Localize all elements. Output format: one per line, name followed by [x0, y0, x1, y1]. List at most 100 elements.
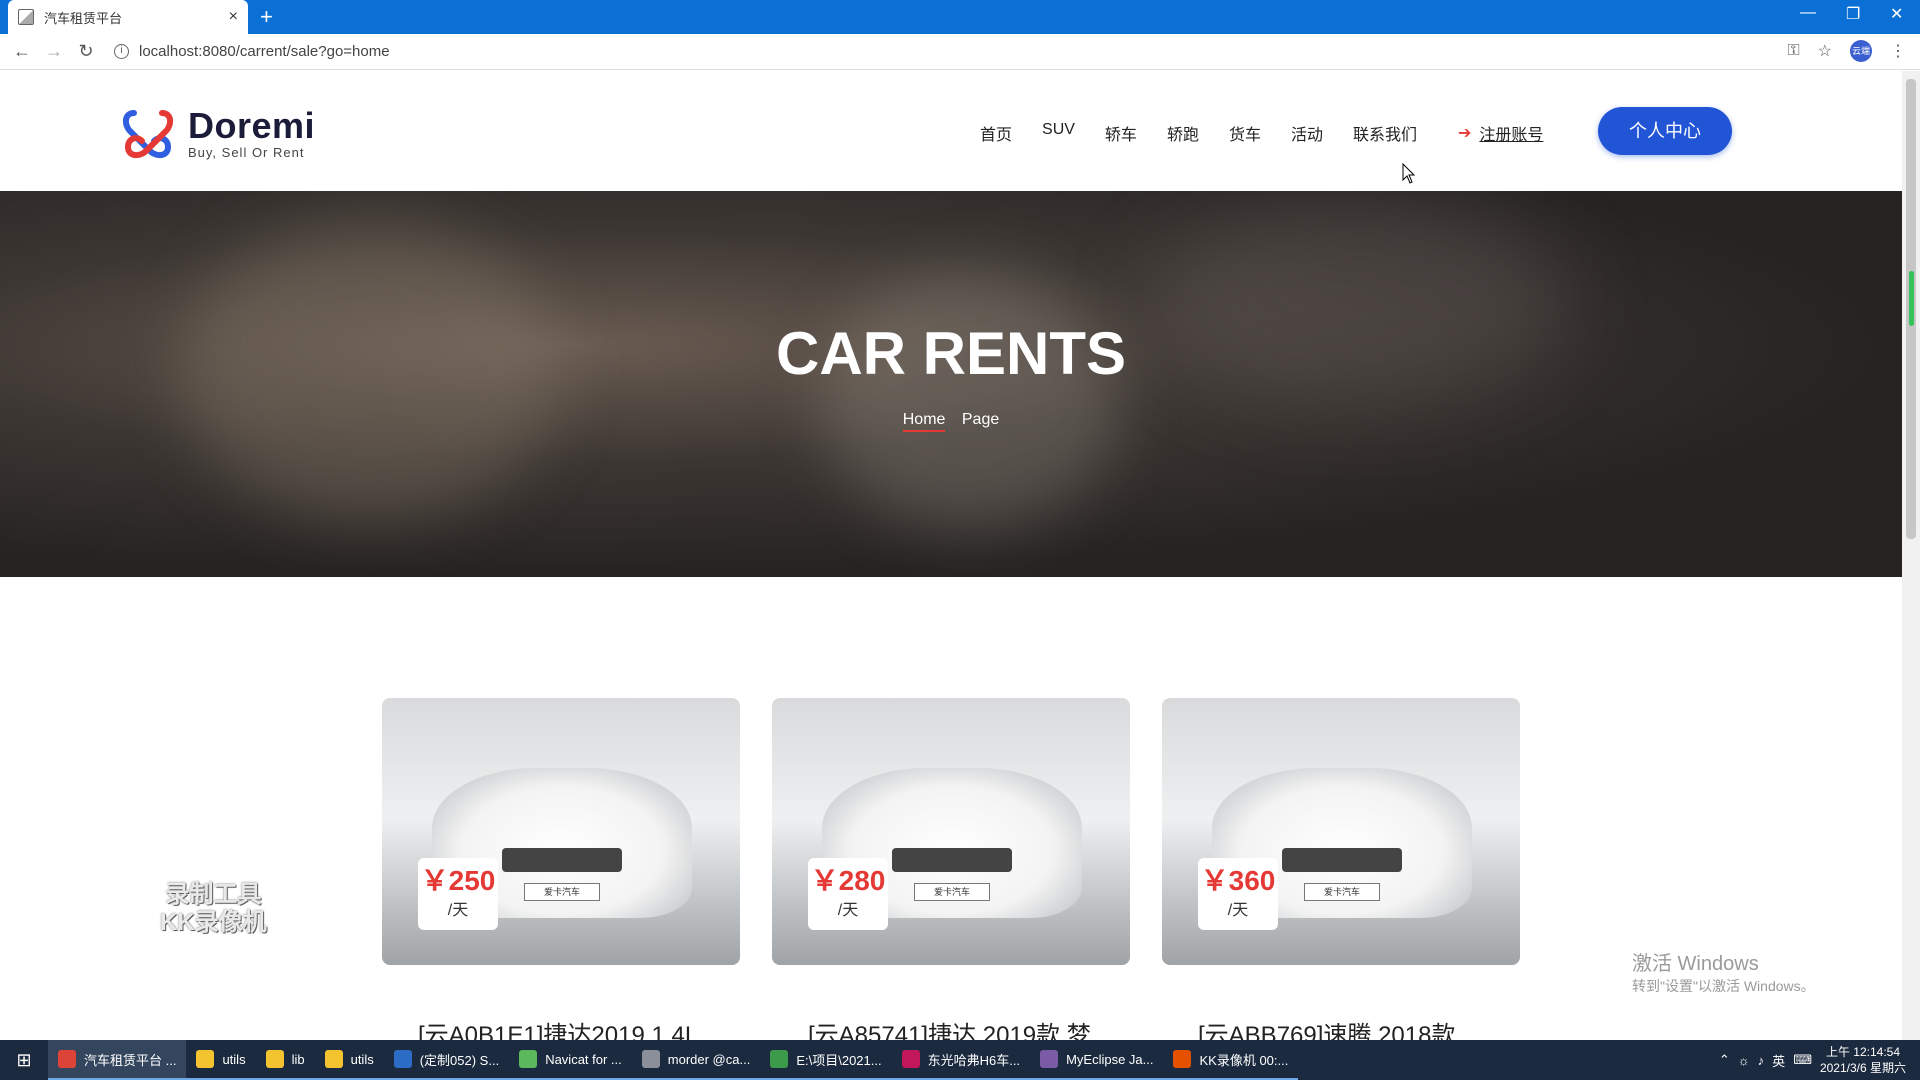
browser-tab[interactable]: 汽车租赁平台 ×: [8, 0, 248, 34]
recorder-watermark: 录制工具 KK录像机: [160, 881, 267, 937]
car-plate: 爱卡汽车: [524, 883, 600, 901]
taskbar-app-icon: [196, 1050, 215, 1068]
taskbar-item[interactable]: E:\项目\2021...: [760, 1040, 892, 1080]
price-tag: ￥280 /天: [808, 858, 888, 930]
ime-indicator[interactable]: 英: [1772, 1051, 1785, 1070]
logo-tagline: Buy, Sell Or Rent: [188, 144, 305, 160]
taskbar-item[interactable]: utils: [314, 1040, 384, 1080]
profile-avatar[interactable]: 云端: [1850, 40, 1872, 62]
taskbar-item[interactable]: KK录像机 00:...: [1163, 1040, 1299, 1080]
breadcrumb: Home Page: [0, 411, 1902, 432]
clock-date: 2021/3/6 星期六: [1819, 1061, 1906, 1075]
minimize-icon[interactable]: —: [1800, 4, 1816, 22]
car-card[interactable]: 爱卡汽车 ￥280 /天 [云A85741]捷达 2019款 梦: [772, 698, 1130, 1040]
car-photo[interactable]: 爱卡汽车 ￥360 /天: [1162, 698, 1520, 965]
tray-chevron-icon[interactable]: ⌃: [1719, 1052, 1730, 1068]
address-bar: ← → ↻ i localhost:8080/carrent/sale?go=h…: [0, 34, 1920, 70]
nav-events[interactable]: 活动: [1291, 121, 1323, 145]
main-nav: 首页 SUV 轿车 轿跑 货车 活动 联系我们: [980, 121, 1417, 145]
nav-truck[interactable]: 货车: [1229, 121, 1261, 145]
car-title[interactable]: [云A85741]捷达 2019款 梦: [772, 1015, 1130, 1040]
url-text: localhost:8080/carrent/sale?go=home: [139, 43, 390, 60]
activate-windows-notice: 激活 Windows 转到"设置"以激活 Windows。: [1632, 947, 1815, 996]
price-tag: ￥360 /天: [1198, 858, 1278, 930]
clock[interactable]: 上午 12:14:54 2021/3/6 星期六: [1820, 1044, 1906, 1076]
taskbar-app-icon: [1040, 1050, 1059, 1068]
clock-time: 上午 12:14:54: [1825, 1045, 1900, 1059]
page-scrollbar[interactable]: [1902, 71, 1920, 1040]
nav-coupe[interactable]: 轿跑: [1167, 121, 1199, 145]
taskbar-item[interactable]: lib: [255, 1040, 315, 1080]
menu-dots-icon[interactable]: ⋮: [1890, 41, 1906, 61]
taskbar-item[interactable]: 东光哈弗H6车...: [891, 1040, 1031, 1080]
nav-contact[interactable]: 联系我们: [1353, 121, 1417, 145]
hero-title: CAR RENTS: [775, 320, 1126, 387]
mouse-cursor-icon: [1402, 163, 1416, 184]
car-price: ￥280: [810, 865, 886, 896]
taskbar-app-icon: [58, 1050, 76, 1068]
taskbar-app-icon: [324, 1050, 343, 1068]
logo-name: Doremi: [188, 104, 316, 146]
taskbar-app-icon: [901, 1050, 920, 1068]
taskbar-app-icon: [1173, 1050, 1192, 1068]
nav-home[interactable]: 首页: [980, 121, 1012, 145]
taskbar-app-icon: [770, 1050, 789, 1068]
reload-icon[interactable]: ↻: [70, 41, 102, 62]
windows-taskbar: ⊞ 汽车租赁平台 ... utils lib utils (定制052) S... Nav…: [0, 1040, 1920, 1080]
taskbar-item-label: 东光哈弗H6车...: [927, 1052, 1021, 1068]
sign-in-icon: ➔: [1458, 125, 1472, 142]
register-label: 注册账号: [1479, 127, 1544, 144]
key-icon[interactable]: ⚿: [1787, 42, 1799, 60]
site-info-icon[interactable]: i: [114, 44, 129, 59]
car-photo[interactable]: 爱卡汽车 ￥250 /天: [382, 698, 740, 965]
car-title[interactable]: [云ABB769]速腾 2018款: [1162, 1015, 1520, 1040]
car-plate: 爱卡汽车: [914, 883, 990, 901]
user-center-button[interactable]: 个人中心: [1598, 107, 1732, 155]
volume-icon[interactable]: ♪: [1758, 1053, 1765, 1068]
system-tray: ⌃ ☼ ♪ 英 ⌨ 上午 12:14:54 2021/3/6 星期六: [1719, 1040, 1920, 1080]
site-header: Doremi Buy, Sell Or Rent 首页 SUV 轿车 轿跑 货车…: [0, 71, 1902, 191]
taskbar-app-icon: [519, 1050, 538, 1068]
page-favicon-icon: [18, 9, 34, 25]
close-window-icon[interactable]: ✕: [1890, 4, 1903, 24]
windows-start-icon[interactable]: ⊞: [0, 1040, 48, 1080]
taskbar-item-label: MyEclipse Ja...: [1066, 1051, 1154, 1067]
nav-sedan[interactable]: 轿车: [1105, 121, 1137, 145]
taskbar-item-label: 汽车租赁平台 ...: [84, 1052, 177, 1068]
new-tab-button[interactable]: +: [260, 4, 273, 30]
forward-icon[interactable]: →: [38, 41, 70, 62]
tab-close-icon[interactable]: ×: [229, 8, 238, 26]
price-unit: /天: [837, 902, 859, 919]
taskbar-item-label: (定制052) S...: [419, 1052, 500, 1068]
taskbar-item-label: Navicat for ...: [545, 1051, 622, 1067]
url-field[interactable]: i localhost:8080/carrent/sale?go=home: [114, 43, 390, 60]
taskbar-app-icon: [641, 1050, 660, 1068]
taskbar-item[interactable]: MyEclipse Ja...: [1030, 1040, 1164, 1080]
car-photo[interactable]: 爱卡汽车 ￥280 /天: [772, 698, 1130, 965]
activate-line2: 转到"设置"以激活 Windows。: [1632, 978, 1815, 994]
taskbar-item-label: KK录像机 00:...: [1199, 1052, 1289, 1068]
taskbar-item[interactable]: utils: [186, 1040, 256, 1080]
car-plate: 爱卡汽车: [1304, 883, 1380, 901]
price-unit: /天: [1227, 902, 1249, 919]
car-card[interactable]: 爱卡汽车 ￥250 /天 [云A0B1E1]捷达2019 1.4L: [382, 698, 740, 1040]
taskbar-item[interactable]: Navicat for ...: [509, 1040, 632, 1080]
bookmark-star-icon[interactable]: ☆: [1818, 41, 1832, 61]
back-icon[interactable]: ←: [6, 41, 38, 62]
taskbar-item[interactable]: morder @ca...: [631, 1040, 761, 1080]
keyboard-icon[interactable]: ⌨: [1793, 1052, 1812, 1068]
register-link[interactable]: ➔ 注册账号: [1458, 121, 1543, 145]
breadcrumb-page: Page: [961, 411, 1000, 428]
car-title[interactable]: [云A0B1E1]捷达2019 1.4L: [382, 1015, 740, 1040]
car-card[interactable]: 爱卡汽车 ￥360 /天 [云ABB769]速腾 2018款: [1162, 698, 1520, 1040]
taskbar-item[interactable]: 汽车租赁平台 ...: [48, 1040, 187, 1080]
site-logo[interactable]: Doremi Buy, Sell Or Rent: [120, 105, 315, 161]
browser-titlebar: 汽车租赁平台 × + — ❐ ✕: [0, 0, 1920, 34]
watermark-line2: KK录像机: [160, 909, 267, 936]
restore-icon[interactable]: ❐: [1846, 4, 1860, 24]
network-icon[interactable]: ☼: [1738, 1053, 1750, 1068]
breadcrumb-home[interactable]: Home: [902, 411, 946, 432]
taskbar-item-label: E:\项目\2021...: [796, 1052, 882, 1068]
nav-suv[interactable]: SUV: [1042, 121, 1075, 145]
taskbar-item[interactable]: (定制052) S...: [383, 1040, 510, 1080]
